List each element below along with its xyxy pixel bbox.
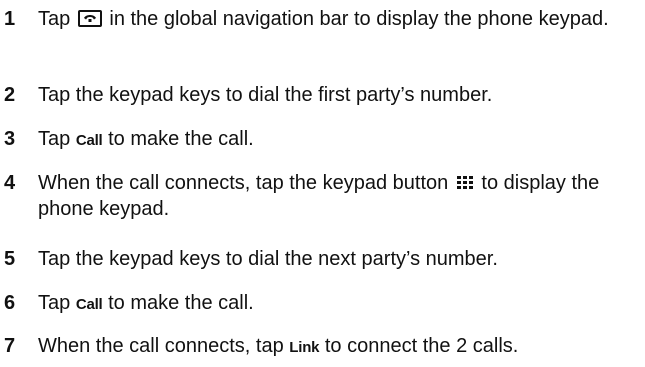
- step-number: 5: [4, 248, 16, 270]
- step-text: Tap the keypad keys to dial the first pa…: [38, 84, 493, 106]
- call-button-label: Call: [75, 296, 103, 313]
- step-text: Tap the keypad keys to dial the next par…: [38, 248, 498, 270]
- step-1: 1 Tap in the global navigation bar to di…: [0, 6, 645, 32]
- step-6: 6 Tap Call to make the call.: [0, 290, 645, 318]
- step-5: 5 Tap the keypad keys to dial the next p…: [0, 246, 645, 272]
- step-text-before: Tap: [38, 8, 71, 30]
- step-number: 7: [4, 335, 16, 357]
- call-button-label: Call: [75, 132, 103, 149]
- instruction-steps: 1 Tap in the global navigation bar to di…: [0, 0, 645, 367]
- link-button-label: Link: [289, 339, 320, 356]
- step-number: 1: [4, 8, 16, 30]
- step-text-after: to make the call.: [108, 292, 254, 314]
- step-text-before: Tap: [38, 128, 71, 150]
- step-3: 3 Tap Call to make the call.: [0, 126, 645, 154]
- phone-icon: [77, 10, 102, 27]
- step-number: 2: [4, 84, 16, 106]
- step-text-after: to connect the 2 calls.: [324, 335, 519, 357]
- step-number: 6: [4, 292, 16, 314]
- step-7: 7 When the call connects, tap Link to co…: [0, 333, 645, 361]
- step-2: 2 Tap the keypad keys to dial the first …: [0, 82, 645, 108]
- step-4: 4 When the call connects, tap the keypad…: [0, 170, 645, 222]
- step-number: 4: [4, 172, 16, 194]
- step-text-after: to make the call.: [108, 128, 254, 150]
- keypad-grid-icon: [456, 170, 473, 196]
- step-text-before: When the call connects, tap the keypad b…: [38, 172, 449, 194]
- step-text-after: in the global navigation bar to display …: [109, 8, 609, 30]
- step-text-before: Tap: [38, 292, 71, 314]
- step-text-before: When the call connects, tap: [38, 335, 284, 357]
- step-number: 3: [4, 128, 16, 150]
